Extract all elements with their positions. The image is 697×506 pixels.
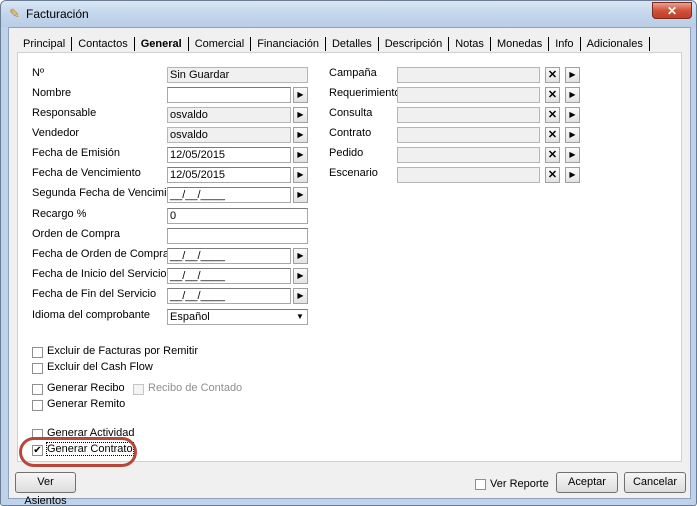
responsable-label: Responsable: [32, 107, 97, 119]
vendedor-field[interactable]: osvaldo: [167, 127, 291, 143]
fecha-fin-servicio-arrow-icon[interactable]: ▶: [293, 288, 308, 304]
fecha-fin-servicio-field[interactable]: __/__/____: [167, 288, 291, 304]
fecha-orden-compra-arrow-icon[interactable]: ▶: [293, 248, 308, 264]
consulta-label: Consulta: [329, 107, 373, 119]
recargo-label: Recargo %: [32, 208, 87, 220]
numero-field: Sin Guardar: [167, 67, 308, 83]
tab-comercial[interactable]: Comercial: [189, 37, 252, 51]
window-title: Facturación: [26, 7, 89, 21]
pedido-lookup-arrow-icon[interactable]: ▶: [565, 147, 580, 163]
escenario-label: Escenario: [329, 167, 378, 179]
nombre-label: Nombre: [32, 87, 72, 99]
segunda-fecha-vencimiento-label: Segunda Fecha de Vencimiento: [32, 187, 188, 199]
tab-general[interactable]: General: [135, 37, 189, 51]
generar-recibo-label: Generar Recibo: [47, 382, 125, 394]
fecha-vencimiento-label: Fecha de Vencimiento: [32, 167, 141, 179]
contrato-lookup-arrow-icon[interactable]: ▶: [565, 127, 580, 143]
tab-adicionales[interactable]: Adicionales: [581, 37, 650, 51]
campana-label: Campaña: [329, 67, 377, 79]
orden-compra-field[interactable]: [167, 228, 308, 244]
requerimiento-clear-icon[interactable]: ✕: [545, 87, 560, 103]
pedido-clear-icon[interactable]: ✕: [545, 147, 560, 163]
recargo-field[interactable]: 0: [167, 208, 308, 224]
recibo-contado-checkbox: [133, 384, 144, 395]
idioma-comprobante-select[interactable]: Español ▼: [167, 309, 308, 325]
tab-monedas[interactable]: Monedas: [491, 37, 550, 51]
campana-field[interactable]: [397, 67, 540, 83]
fecha-emision-field[interactable]: 12/05/2015: [167, 147, 291, 163]
segunda-fecha-vencimiento-arrow-icon[interactable]: ▶: [293, 187, 308, 203]
fecha-emision-arrow-icon[interactable]: ▶: [293, 147, 308, 163]
escenario-field[interactable]: [397, 167, 540, 183]
consulta-lookup-arrow-icon[interactable]: ▶: [565, 107, 580, 123]
requerimiento-label: Requerimiento: [329, 87, 401, 99]
aceptar-button[interactable]: Aceptar: [556, 472, 618, 493]
highlight-circle: [19, 437, 137, 467]
ver-reporte-label: Ver Reporte: [490, 478, 549, 490]
responsable-field[interactable]: osvaldo: [167, 107, 291, 123]
requerimiento-lookup-arrow-icon[interactable]: ▶: [565, 87, 580, 103]
tab-descripcion[interactable]: Descripción: [379, 37, 450, 51]
excluir-cash-flow-label: Excluir del Cash Flow: [47, 361, 153, 373]
generar-remito-label: Generar Remito: [47, 398, 126, 410]
fecha-inicio-servicio-label: Fecha de Inicio del Servicio: [32, 268, 167, 280]
orden-compra-label: Orden de Compra: [32, 228, 121, 240]
consulta-clear-icon[interactable]: ✕: [545, 107, 560, 123]
cancelar-button[interactable]: Cancelar: [624, 472, 686, 493]
fecha-orden-compra-label: Fecha de Orden de Compra: [32, 248, 169, 260]
tab-principal[interactable]: Principal: [17, 37, 73, 51]
escenario-clear-icon[interactable]: ✕: [545, 167, 560, 183]
tab-financiacion[interactable]: Financiación: [251, 37, 326, 51]
contrato-field[interactable]: [397, 127, 540, 143]
tab-info[interactable]: Info: [549, 37, 581, 51]
numero-label: Nº: [32, 67, 44, 79]
fecha-fin-servicio-label: Fecha de Fin del Servicio: [32, 288, 157, 300]
app-icon: ✎: [9, 6, 20, 21]
tab-detalles[interactable]: Detalles: [326, 37, 379, 51]
fecha-inicio-servicio-arrow-icon[interactable]: ▶: [293, 268, 308, 284]
general-tab-panel: Nº Sin Guardar Nombre ▶ Responsable osva…: [17, 52, 682, 462]
vendedor-lookup-arrow-icon[interactable]: ▶: [293, 127, 308, 143]
vendedor-label: Vendedor: [32, 127, 80, 139]
requerimiento-field[interactable]: [397, 87, 540, 103]
generar-recibo-checkbox[interactable]: [32, 384, 43, 395]
campana-lookup-arrow-icon[interactable]: ▶: [565, 67, 580, 83]
recibo-contado-label: Recibo de Contado: [148, 382, 243, 394]
fecha-inicio-servicio-field[interactable]: __/__/____: [167, 268, 291, 284]
nombre-field[interactable]: [167, 87, 291, 103]
excluir-facturas-label: Excluir de Facturas por Remitir: [47, 345, 198, 357]
ver-asientos-button[interactable]: Ver Asientos: [15, 472, 76, 505]
chevron-down-icon[interactable]: ▼: [293, 310, 307, 324]
dialog-client-area: Principal Contactos General Comercial Fi…: [8, 27, 691, 505]
fecha-emision-label: Fecha de Emisión: [32, 147, 121, 159]
facturacion-window: ✎ Facturación ✕ Principal Contactos Gene…: [0, 0, 697, 506]
excluir-facturas-checkbox[interactable]: [32, 347, 43, 358]
excluir-cash-flow-checkbox[interactable]: [32, 363, 43, 374]
pedido-field[interactable]: [397, 147, 540, 163]
title-bar: ✎ Facturación ✕: [1, 1, 696, 27]
generar-remito-checkbox[interactable]: [32, 400, 43, 411]
pedido-label: Pedido: [329, 147, 364, 159]
fecha-vencimiento-field[interactable]: 12/05/2015: [167, 167, 291, 183]
nombre-lookup-arrow-icon[interactable]: ▶: [293, 87, 308, 103]
contrato-clear-icon[interactable]: ✕: [545, 127, 560, 143]
responsable-lookup-arrow-icon[interactable]: ▶: [293, 107, 308, 123]
ver-reporte-checkbox[interactable]: [475, 479, 486, 490]
contrato-label: Contrato: [329, 127, 372, 139]
escenario-lookup-arrow-icon[interactable]: ▶: [565, 167, 580, 183]
idioma-comprobante-label: Idioma del comprobante: [32, 309, 151, 321]
segunda-fecha-vencimiento-field[interactable]: __/__/____: [167, 187, 291, 203]
fecha-vencimiento-arrow-icon[interactable]: ▶: [293, 167, 308, 183]
idioma-comprobante-value: Español: [170, 311, 210, 323]
tab-contactos[interactable]: Contactos: [72, 37, 135, 51]
tab-notas[interactable]: Notas: [449, 37, 491, 51]
consulta-field[interactable]: [397, 107, 540, 123]
fecha-orden-compra-field[interactable]: __/__/____: [167, 248, 291, 264]
campana-clear-icon[interactable]: ✕: [545, 67, 560, 83]
close-button[interactable]: ✕: [652, 2, 692, 19]
